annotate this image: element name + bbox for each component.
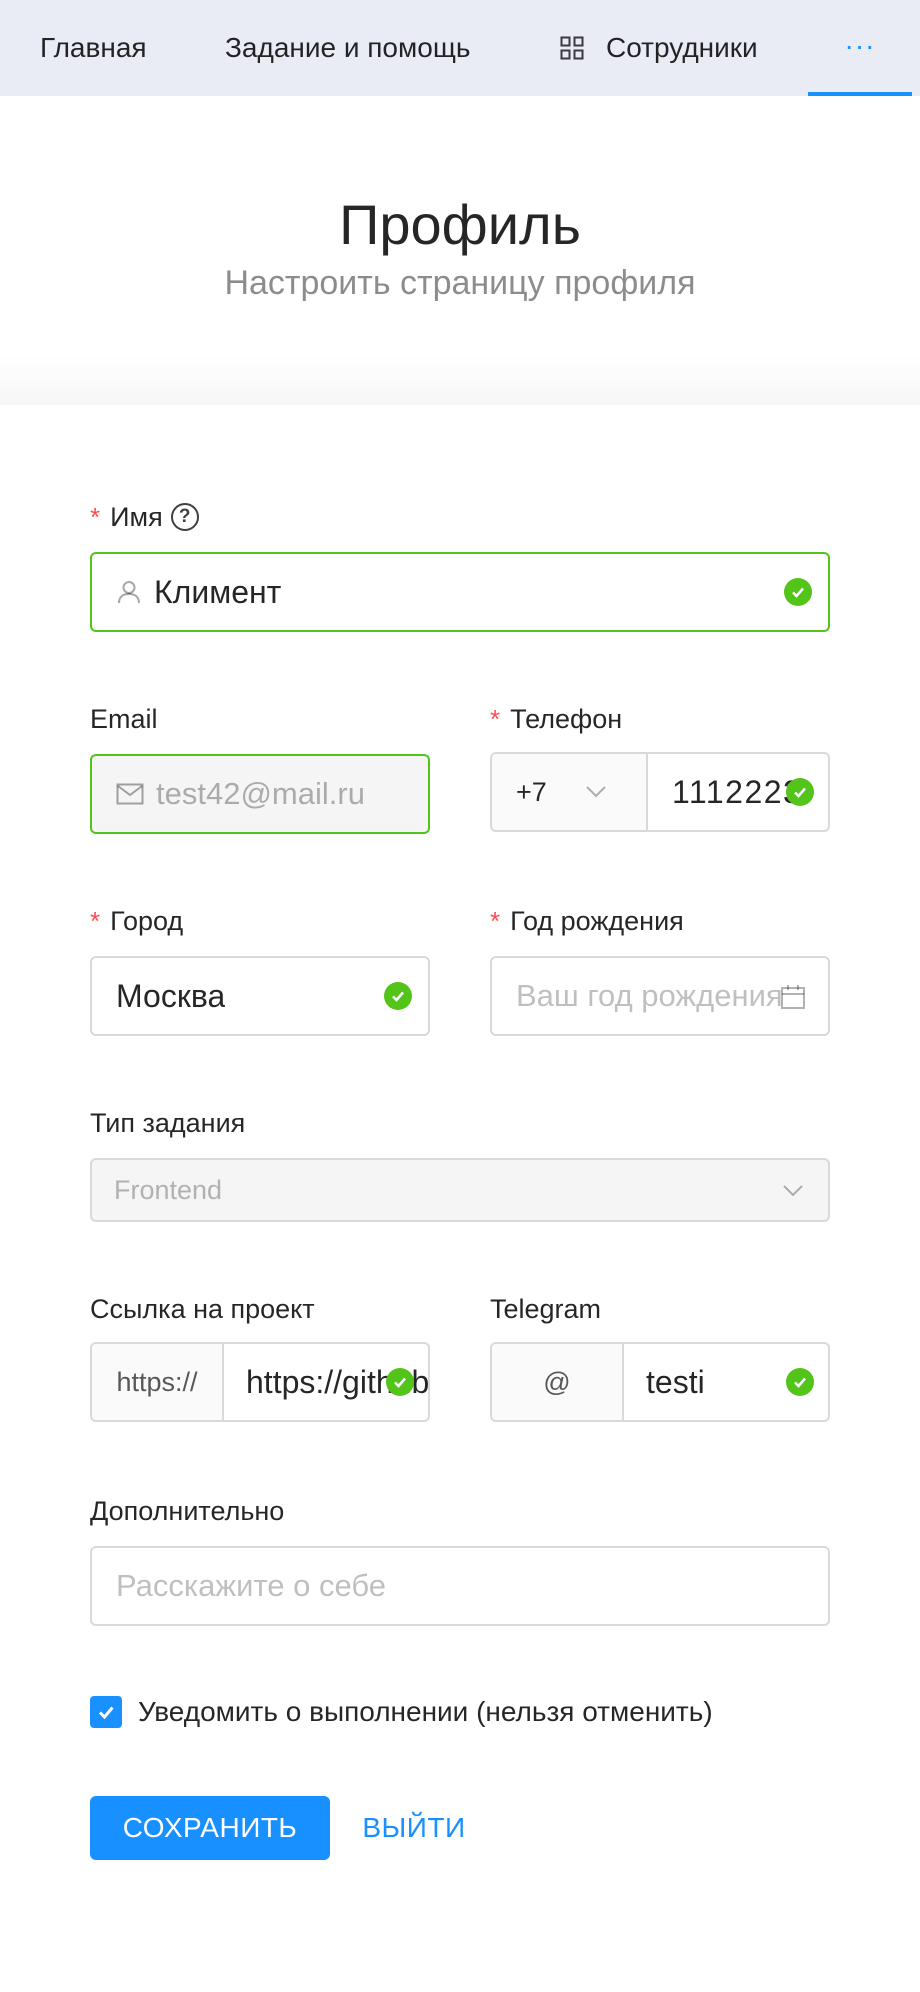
user-icon <box>116 579 142 605</box>
nav-item-tasks[interactable]: Задание и помощь <box>225 0 470 96</box>
ellipsis-icon: ··· <box>844 30 876 61</box>
required-mark: * <box>490 704 501 734</box>
required-mark: * <box>90 502 101 532</box>
telegram-field: @ testi <box>490 1342 830 1422</box>
chevron-down-icon <box>585 785 607 799</box>
city-label: * Город <box>90 904 183 938</box>
valid-check-icon <box>784 578 812 606</box>
nav-more-button[interactable]: ··· <box>808 0 912 96</box>
birth-year-placeholder: Ваш год рождения <box>516 978 783 1013</box>
nav-item-label: Сотрудники <box>606 32 758 63</box>
about-textarea[interactable]: Расскажите о себе <box>90 1546 830 1626</box>
page-title: Профиль <box>339 193 581 256</box>
telegram-input[interactable]: testi <box>624 1344 828 1420</box>
header-divider-shade <box>0 355 920 405</box>
save-button[interactable]: СОХРАНИТЬ <box>90 1796 330 1860</box>
email-label: Email <box>90 702 158 736</box>
task-type-value: Frontend <box>114 1174 223 1205</box>
phone-label-text: Телефон <box>510 704 623 734</box>
phone-value: 1112223 <box>672 773 803 810</box>
help-icon[interactable]: ? <box>170 503 199 531</box>
project-link-label-text: Ссылка на проект <box>90 1294 315 1324</box>
project-link-prefix: https:// <box>92 1344 224 1420</box>
exit-button[interactable]: ВЫЙТИ <box>352 1796 476 1860</box>
city-label-text: Город <box>110 906 184 936</box>
email-label-text: Email <box>90 704 158 734</box>
name-field[interactable]: Климент <box>90 552 830 632</box>
valid-check-icon <box>786 778 814 806</box>
grid-icon <box>560 36 584 60</box>
task-type-select[interactable]: Frontend <box>90 1158 830 1222</box>
phone-label: * Телефон <box>490 702 622 736</box>
birth-year-label: * Год рождения <box>490 904 684 938</box>
email-field[interactable]: test42@mail.ru <box>90 754 430 834</box>
page-subtitle: Настроить страницу профиля <box>224 264 696 302</box>
valid-check-icon <box>386 1368 414 1396</box>
nav-item-label: Задание и помощь <box>225 32 471 63</box>
task-type-label-text: Тип задания <box>90 1108 246 1138</box>
nav-item-label: Главная <box>40 32 147 63</box>
name-label-text: Имя <box>110 502 163 532</box>
name-value: Климент <box>154 573 282 610</box>
telegram-prefix: @ <box>492 1344 624 1420</box>
email-value: test42@mail.ru <box>156 776 365 811</box>
extra-label-text: Дополнительно <box>90 1496 285 1526</box>
telegram-value: testi <box>646 1363 705 1400</box>
birth-year-label-text: Год рождения <box>510 906 684 936</box>
telegram-label: Telegram <box>490 1292 601 1326</box>
project-link-field: https:// https://github <box>90 1342 430 1422</box>
city-field[interactable]: Москва <box>90 956 430 1036</box>
notify-label: Уведомить о выполнении (нельзя отменить) <box>138 1696 713 1727</box>
telegram-prefix-text: @ <box>543 1366 571 1397</box>
project-link-input[interactable]: https://github <box>224 1344 428 1420</box>
valid-check-icon <box>786 1368 814 1396</box>
phone-field: +7 1112223 <box>490 752 830 832</box>
notify-checkbox[interactable] <box>90 1696 122 1728</box>
calendar-icon <box>780 984 806 1010</box>
chevron-down-icon <box>782 1184 804 1198</box>
valid-check-icon <box>384 982 412 1010</box>
telegram-label-text: Telegram <box>490 1294 602 1324</box>
city-value: Москва <box>116 977 226 1014</box>
birth-year-picker[interactable]: Ваш год рождения <box>490 956 830 1036</box>
about-placeholder: Расскажите о себе <box>116 1568 387 1603</box>
phone-prefix: +7 <box>516 776 547 807</box>
phone-country-select[interactable]: +7 <box>492 754 648 830</box>
top-nav: Главная Задание и помощь Сотрудники ··· <box>0 0 920 96</box>
nav-item-home[interactable]: Главная <box>40 0 147 96</box>
phone-number-input[interactable]: 1112223 <box>648 754 828 830</box>
required-mark: * <box>490 906 501 936</box>
mail-icon <box>116 783 144 805</box>
nav-item-employees[interactable]: Сотрудники <box>560 0 758 96</box>
project-link-prefix-text: https:// <box>116 1366 198 1397</box>
task-type-label: Тип задания <box>90 1106 245 1140</box>
required-mark: * <box>90 906 101 936</box>
project-link-label: Ссылка на проект <box>90 1292 315 1326</box>
name-label: * Имя ? <box>90 500 199 534</box>
extra-label: Дополнительно <box>90 1494 284 1528</box>
